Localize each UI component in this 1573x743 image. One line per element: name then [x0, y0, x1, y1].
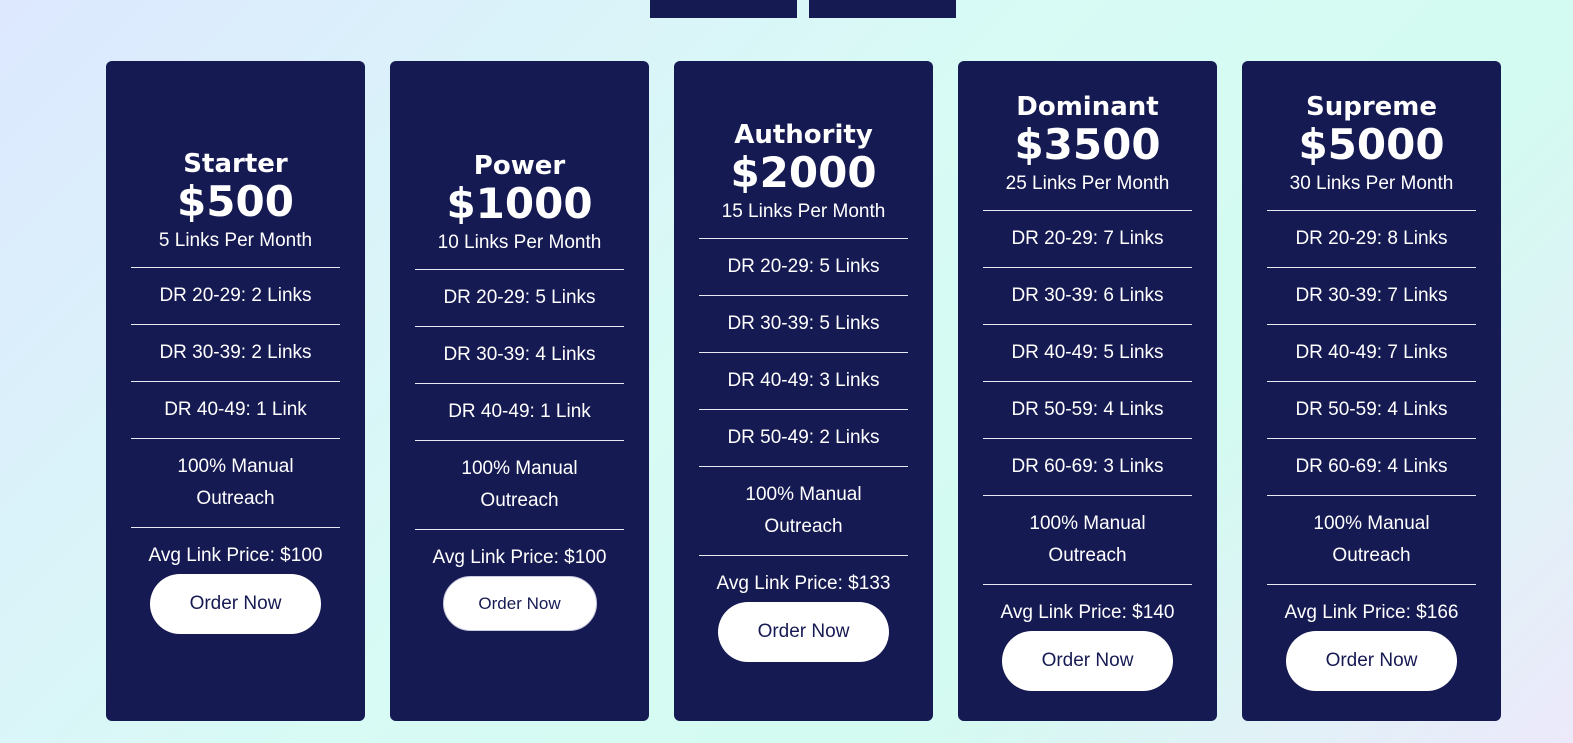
- plan-price: $500: [177, 176, 294, 226]
- feature-list: DR 20-29: 5 Links DR 30-39: 4 Links DR 4…: [415, 269, 624, 530]
- pricing-cards: Starter $500 5 Links Per Month DR 20-29:…: [106, 61, 1501, 721]
- pricing-card-starter: Starter $500 5 Links Per Month DR 20-29:…: [106, 61, 365, 721]
- order-now-button[interactable]: Order Now: [150, 573, 321, 634]
- plan-price: $5000: [1298, 119, 1445, 169]
- feature-item: DR 30-39: 4 Links: [415, 327, 624, 384]
- feature-list: DR 20-29: 5 Links DR 30-39: 5 Links DR 4…: [699, 238, 908, 556]
- links-per-month: 15 Links Per Month: [721, 201, 886, 222]
- links-per-month: 10 Links Per Month: [437, 232, 602, 253]
- avg-link-price: Avg Link Price: $100: [432, 547, 607, 568]
- order-now-button[interactable]: Order Now: [1002, 630, 1173, 691]
- pricing-card-authority: Authority $2000 15 Links Per Month DR 20…: [674, 61, 933, 721]
- feature-list: DR 20-29: 8 Links DR 30-39: 7 Links DR 4…: [1267, 209, 1476, 585]
- pricing-card-dominant: Dominant $3500 25 Links Per Month DR 20-…: [958, 61, 1217, 721]
- feature-item: DR 50-59: 4 Links: [1267, 382, 1476, 439]
- plan-price: $3500: [1014, 119, 1161, 169]
- feature-list: DR 20-29: 7 Links DR 30-39: 6 Links DR 4…: [983, 209, 1192, 585]
- order-now-button[interactable]: Order Now: [1286, 630, 1457, 691]
- feature-item: DR 60-69: 3 Links: [983, 439, 1192, 496]
- feature-item: 100% Manual Outreach: [1267, 496, 1476, 585]
- feature-item: DR 40-49: 3 Links: [699, 353, 908, 410]
- feature-item: DR 20-29: 5 Links: [699, 239, 908, 296]
- plan-name: Power: [473, 151, 566, 181]
- feature-item: DR 60-69: 4 Links: [1267, 439, 1476, 496]
- order-now-button[interactable]: Order Now: [718, 602, 889, 662]
- feature-list: DR 20-29: 2 Links DR 30-39: 2 Links DR 4…: [131, 266, 340, 528]
- links-per-month: 25 Links Per Month: [1005, 172, 1170, 194]
- avg-link-price: Avg Link Price: $133: [716, 573, 891, 594]
- feature-item: DR 40-49: 1 Link: [415, 384, 624, 441]
- plan-name: Supreme: [1305, 91, 1438, 122]
- top-tab-left[interactable]: [650, 0, 797, 18]
- feature-item: DR 30-39: 2 Links: [131, 325, 340, 382]
- feature-item: DR 30-39: 5 Links: [699, 296, 908, 353]
- avg-link-price: Avg Link Price: $140: [1000, 601, 1175, 623]
- feature-item: 100% Manual Outreach: [131, 439, 340, 528]
- feature-item: DR 40-49: 5 Links: [983, 325, 1192, 382]
- plan-name: Dominant: [1016, 91, 1159, 122]
- feature-item: DR 50-59: 4 Links: [983, 382, 1192, 439]
- feature-item: DR 40-49: 1 Link: [131, 382, 340, 439]
- feature-item: DR 40-49: 7 Links: [1267, 325, 1476, 382]
- plan-price: $1000: [446, 179, 593, 228]
- top-tab-right[interactable]: [809, 0, 956, 18]
- plan-price: $2000: [730, 148, 877, 197]
- links-per-month: 5 Links Per Month: [158, 229, 313, 251]
- plan-name: Starter: [183, 148, 288, 179]
- plan-name: Authority: [734, 120, 873, 150]
- feature-item: DR 20-29: 2 Links: [131, 268, 340, 325]
- avg-link-price: Avg Link Price: $100: [148, 544, 323, 566]
- links-per-month: 30 Links Per Month: [1289, 172, 1454, 194]
- pricing-card-power: Power $1000 10 Links Per Month DR 20-29:…: [390, 61, 649, 721]
- feature-item: DR 30-39: 6 Links: [983, 268, 1192, 325]
- feature-item: 100% Manual Outreach: [415, 441, 624, 530]
- order-now-button[interactable]: Order Now: [442, 576, 597, 631]
- pricing-card-supreme: Supreme $5000 30 Links Per Month DR 20-2…: [1242, 61, 1501, 721]
- feature-item: DR 20-29: 8 Links: [1267, 211, 1476, 268]
- feature-item: 100% Manual Outreach: [699, 467, 908, 556]
- feature-item: DR 50-49: 2 Links: [699, 410, 908, 467]
- feature-item: 100% Manual Outreach: [983, 496, 1192, 585]
- avg-link-price: Avg Link Price: $166: [1284, 601, 1459, 623]
- feature-item: DR 20-29: 7 Links: [983, 211, 1192, 268]
- feature-item: DR 30-39: 7 Links: [1267, 268, 1476, 325]
- feature-item: DR 20-29: 5 Links: [415, 270, 624, 327]
